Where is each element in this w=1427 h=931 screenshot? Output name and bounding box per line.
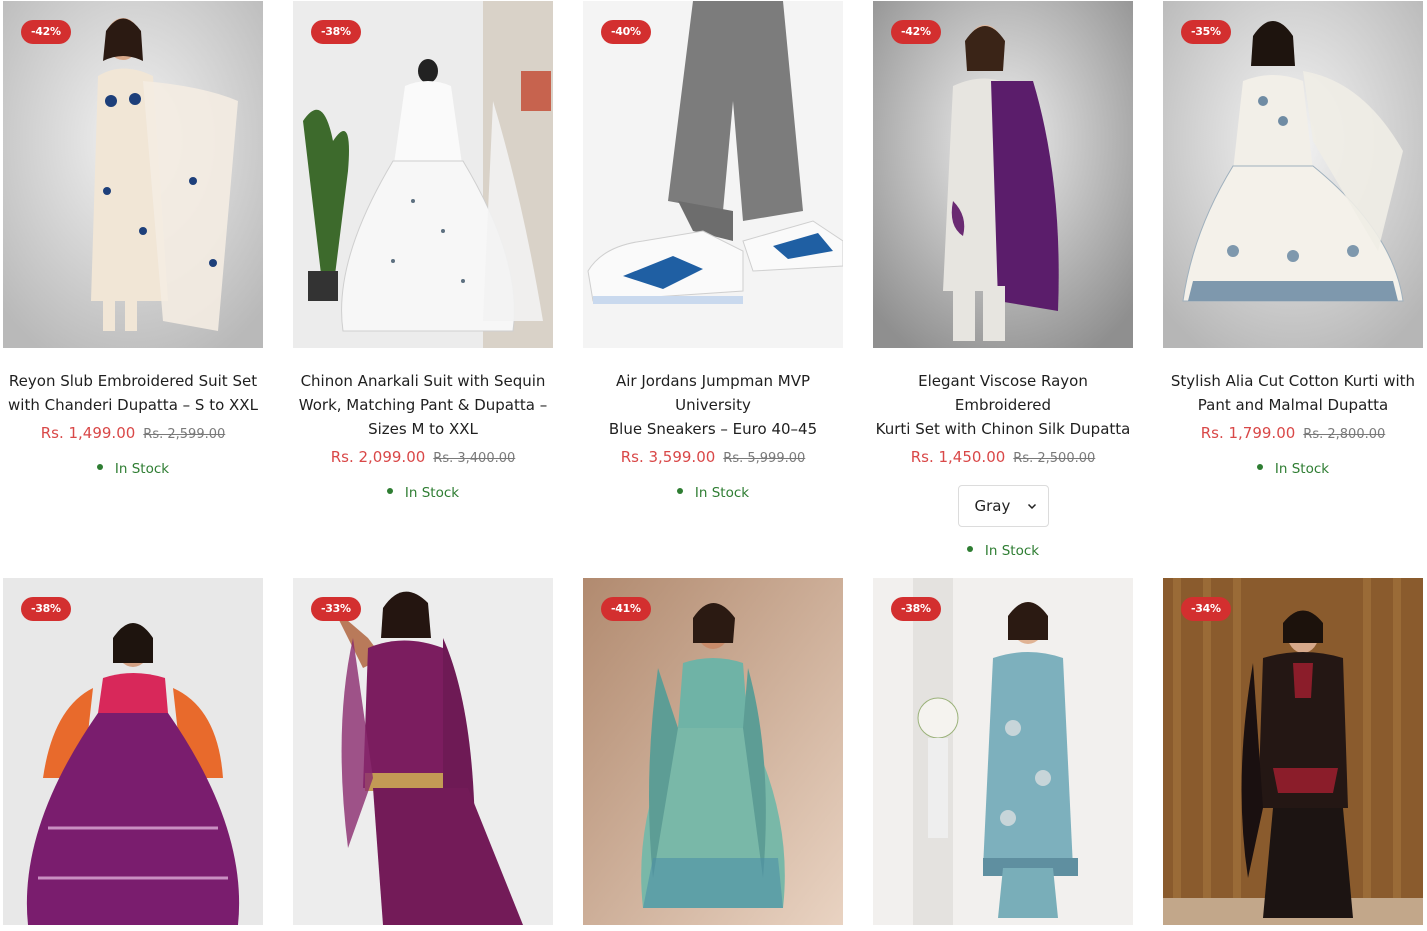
product-image[interactable]: -33% [293, 578, 553, 925]
white-anarkali-on-mannequin-image [293, 1, 553, 348]
chevron-down-icon [1027, 503, 1036, 510]
discount-badge: -38% [21, 597, 71, 621]
product-price: Rs. 1,450.00 Rs. 2,500.00 [873, 447, 1133, 469]
compare-price: Rs. 2,599.00 [143, 427, 226, 442]
woman-purple-lehenga-image [3, 578, 263, 925]
woman-teal-anarkali-image [583, 578, 843, 925]
woman-black-kurta-set-image [1163, 578, 1423, 925]
stock-status: In Stock [873, 542, 1133, 560]
product-image[interactable]: -38% [873, 578, 1133, 925]
product-image[interactable]: -41% [583, 578, 843, 925]
discount-badge: -40% [601, 20, 651, 44]
product-image[interactable]: -38% [293, 1, 553, 348]
product-price: Rs. 1,499.00 Rs. 2,599.00 [3, 423, 263, 445]
discount-badge: -42% [21, 20, 71, 44]
product-image[interactable]: -34% [1163, 578, 1423, 925]
product-card[interactable]: -38% [873, 578, 1133, 925]
sale-price: Rs. 2,099.00 [330, 448, 426, 466]
product-title[interactable]: Elegant Viscose Rayon Embroidered Kurti S… [873, 369, 1133, 441]
product-card[interactable]: -40% Air Jordans Jumpman MVP University B… [583, 1, 843, 502]
product-card[interactable]: -33% [293, 578, 553, 925]
in-stock-dot-icon [386, 488, 393, 494]
discount-badge: -38% [891, 597, 941, 621]
product-card[interactable]: -42% Elegant Viscose Rayon Embroidered Ku… [873, 1, 1133, 560]
variant-select[interactable]: Gray [957, 485, 1049, 527]
sale-price: Rs. 3,599.00 [620, 448, 716, 466]
discount-badge: -42% [891, 20, 941, 44]
discount-badge: -38% [311, 20, 361, 44]
product-image[interactable]: -40% [583, 1, 843, 348]
in-stock-dot-icon [966, 546, 973, 552]
product-card[interactable]: -34% [1163, 578, 1423, 925]
discount-badge: -35% [1181, 20, 1231, 44]
product-title[interactable]: Stylish Alia Cut Cotton Kurti with Pant a… [1163, 369, 1423, 417]
product-card[interactable]: -38% [3, 578, 263, 925]
product-price: Rs. 2,099.00 Rs. 3,400.00 [293, 447, 553, 469]
sale-price: Rs. 1,499.00 [40, 424, 136, 442]
compare-price: Rs. 5,999.00 [723, 451, 806, 466]
stock-status: In Stock [3, 460, 263, 478]
woman-printed-alia-kurti-image [1163, 1, 1423, 348]
product-image[interactable]: -38% [3, 578, 263, 925]
compare-price: Rs. 3,400.00 [433, 451, 516, 466]
discount-badge: -33% [311, 597, 361, 621]
product-card[interactable]: -41% [583, 578, 843, 925]
woman-white-kurti-purple-dupatta-image [873, 1, 1133, 348]
blue-white-sneakers-image [583, 1, 843, 348]
stock-status: In Stock [293, 484, 553, 502]
stock-status: In Stock [1163, 460, 1423, 478]
woman-blue-embroidered-suit-image [873, 578, 1133, 925]
in-stock-dot-icon [1256, 464, 1263, 470]
compare-price: Rs. 2,500.00 [1013, 451, 1096, 466]
sale-price: Rs. 1,450.00 [910, 448, 1006, 466]
compare-price: Rs. 2,800.00 [1303, 427, 1386, 442]
product-card[interactable]: -42% Reyon Slub Embroidered Suit Set with… [3, 1, 263, 478]
product-price: Rs. 1,799.00 Rs. 2,800.00 [1163, 423, 1423, 445]
product-title[interactable]: Air Jordans Jumpman MVP University Blue S… [583, 369, 843, 441]
discount-badge: -34% [1181, 597, 1231, 621]
product-image[interactable]: -42% [3, 1, 263, 348]
product-image[interactable]: -42% [873, 1, 1133, 348]
stock-status: In Stock [583, 484, 843, 502]
discount-badge: -41% [601, 597, 651, 621]
product-title[interactable]: Reyon Slub Embroidered Suit Set with Chan… [3, 369, 263, 417]
woman-in-cream-suit-image [3, 1, 263, 348]
sale-price: Rs. 1,799.00 [1200, 424, 1296, 442]
product-card[interactable]: -35% Stylish Alia Cut Cotton Kurti with P… [1163, 1, 1423, 478]
product-image[interactable]: -35% [1163, 1, 1423, 348]
in-stock-dot-icon [676, 488, 683, 494]
product-price: Rs. 3,599.00 Rs. 5,999.00 [583, 447, 843, 469]
woman-purple-sharara-suit-image [293, 578, 553, 925]
product-title[interactable]: Chinon Anarkali Suit with Sequin Work, Ma… [293, 369, 553, 441]
product-card[interactable]: -38% Chinon Anarkali Suit with Sequin Wor… [293, 1, 553, 502]
in-stock-dot-icon [96, 464, 103, 470]
